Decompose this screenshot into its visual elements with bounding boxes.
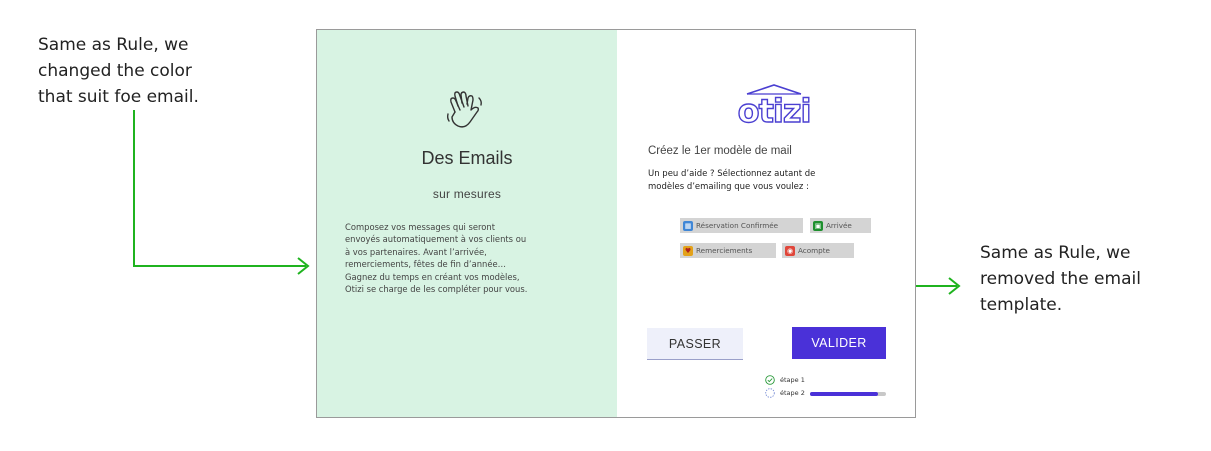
form-help-text: Un peu d’aide ? Sélectionnez autant de m… [648, 169, 816, 192]
annotation-left: Same as Rule, we changed the color that … [38, 35, 199, 107]
step-2: étape 2 [765, 388, 805, 398]
panel-subtitle: sur mesures [432, 187, 502, 201]
progress-fill [810, 392, 879, 396]
step-label: étape 1 [780, 376, 805, 384]
template-tag-thanks[interactable]: ♥ Remerciements [680, 243, 776, 258]
check-circle-icon [765, 375, 775, 385]
progress-bar [810, 392, 886, 396]
panel-title: Des Emails [421, 148, 513, 168]
step-label: étape 2 [780, 389, 805, 397]
skip-button[interactable]: PASSER [647, 328, 743, 360]
left-arrow-head [297, 257, 310, 275]
otizi-logo: otizi [733, 82, 815, 132]
intro-panel: Des Emails sur mesures Composez vos mess… [317, 30, 617, 417]
template-picker-panel: otizi Créez le 1er modèle de mail Un peu… [617, 30, 915, 417]
logo-text: otizi [737, 91, 812, 130]
door-icon: ▣ [813, 220, 823, 231]
step-1: étape 1 [765, 375, 805, 385]
tag-label: Arrivée [826, 221, 852, 230]
heart-icon: ♥ [683, 245, 693, 256]
validate-button[interactable]: VALIDER [792, 327, 886, 359]
waving-hand-icon [446, 91, 482, 128]
calendar-icon: ▦ [683, 220, 693, 231]
form-heading: Créez le 1er modèle de mail [648, 145, 792, 157]
left-arrow-line [133, 110, 306, 267]
template-tag-arrival[interactable]: ▣ Arrivée [810, 218, 871, 233]
email-onboarding-dialog: Des Emails sur mesures Composez vos mess… [316, 29, 916, 418]
template-tag-deposit[interactable]: ◉ Acompte [782, 243, 854, 258]
panel-description: Composez vos messages qui seront envoyés… [345, 222, 528, 295]
tag-label: Réservation Confirmée [696, 221, 779, 230]
tag-label: Remerciements [696, 246, 753, 255]
annotation-right: Same as Rule, we removed the email templ… [980, 243, 1141, 315]
right-arrow-head [948, 277, 961, 295]
pending-circle-icon [765, 388, 775, 398]
template-tag-reservation[interactable]: ▦ Réservation Confirmée [680, 218, 803, 233]
tag-label: Acompte [798, 246, 830, 255]
money-icon: ◉ [785, 245, 795, 256]
